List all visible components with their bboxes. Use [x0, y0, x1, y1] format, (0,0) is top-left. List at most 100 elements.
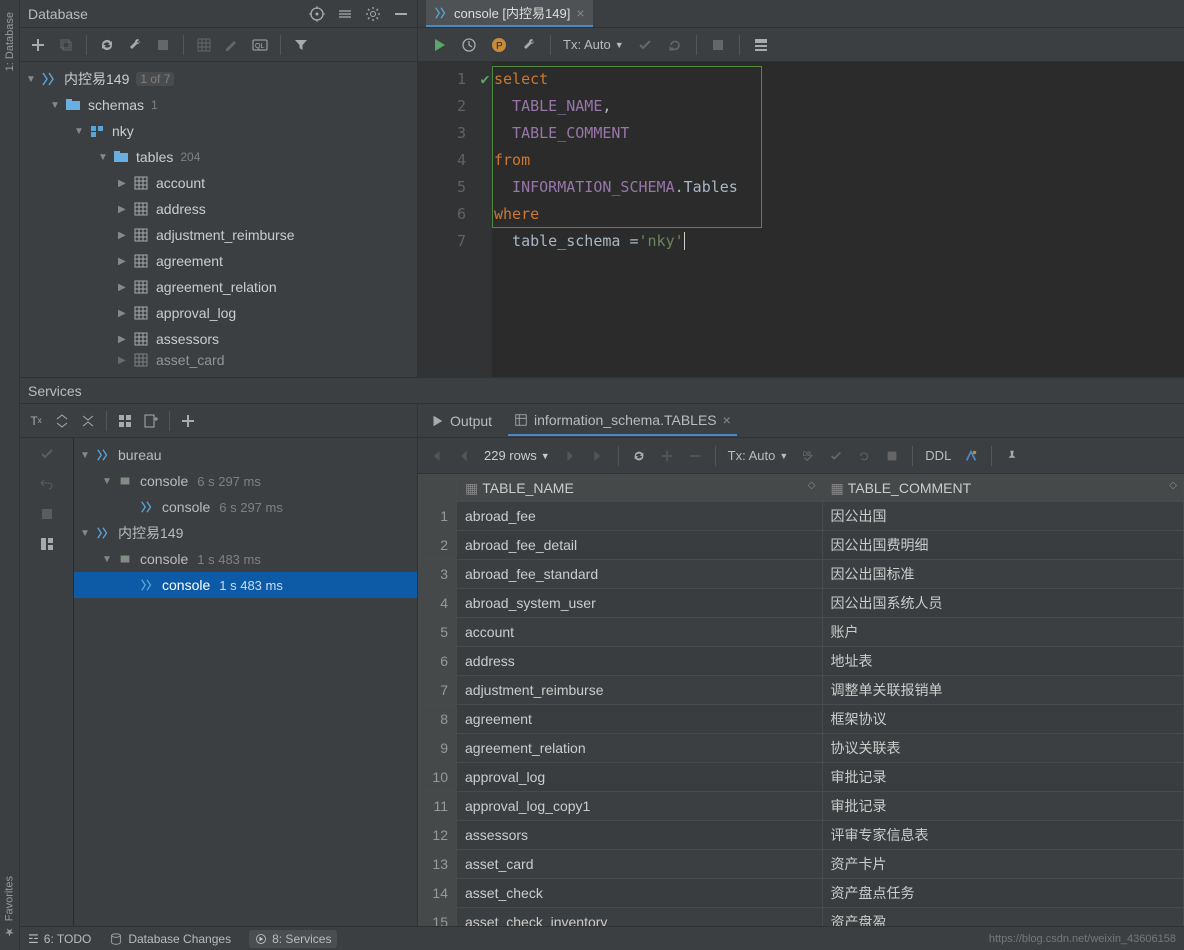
undo-icon[interactable]: [39, 476, 55, 492]
table-row[interactable]: 7adjustment_reimburse调整单关联报销单: [419, 676, 1184, 705]
table-node[interactable]: ▶account: [20, 170, 417, 196]
table-node[interactable]: ▶approval_log: [20, 300, 417, 326]
table-node[interactable]: ▶adjustment_reimburse: [20, 222, 417, 248]
services-tree-item[interactable]: console1 s 483 ms: [74, 572, 417, 598]
stop-button[interactable]: [880, 444, 904, 468]
layout-button[interactable]: [748, 32, 774, 58]
gutter-favorites[interactable]: ★Favorites: [3, 872, 16, 942]
table-node[interactable]: ▶address: [20, 196, 417, 222]
db-submit-button[interactable]: DB: [796, 444, 820, 468]
close-icon[interactable]: ×: [723, 412, 731, 428]
services-tree[interactable]: ▼bureau▼console6 s 297 msconsole6 s 297 …: [74, 438, 417, 926]
table-row[interactable]: 12assessors评审专家信息表: [419, 821, 1184, 850]
table-node[interactable]: ▶agreement: [20, 248, 417, 274]
collapse-icon[interactable]: [337, 6, 353, 22]
stop-icon[interactable]: [39, 506, 55, 522]
add-button[interactable]: [176, 409, 200, 433]
bottom-db-changes[interactable]: Database Changes: [109, 932, 231, 946]
services-tree-item[interactable]: ▼bureau: [74, 442, 417, 468]
filter-button[interactable]: [289, 33, 313, 57]
refresh-button[interactable]: [95, 33, 119, 57]
stop-button[interactable]: [151, 33, 175, 57]
code-editor[interactable]: 1234567 ✔ select TABLE_NAME, TABLE_COMME…: [418, 62, 1184, 377]
add-row-button[interactable]: [655, 444, 679, 468]
target-icon[interactable]: [309, 6, 325, 22]
table-node[interactable]: ▶assessors: [20, 326, 417, 352]
table-node[interactable]: ▶asset_card: [20, 352, 417, 368]
ql-button[interactable]: QL: [248, 33, 272, 57]
table-row[interactable]: 13asset_card资产卡片: [419, 850, 1184, 879]
bottom-services[interactable]: 8: Services: [249, 930, 337, 948]
table-row[interactable]: 2abroad_fee_detail因公出国费明细: [419, 531, 1184, 560]
close-icon[interactable]: ×: [576, 5, 584, 21]
rows-info[interactable]: 229 rows ▼: [480, 448, 554, 463]
table-row[interactable]: 10approval_log审批记录: [419, 763, 1184, 792]
results-table-wrap[interactable]: ▦TABLE_NAME◇ ▦TABLE_COMMENT◇ 1abroad_fee…: [418, 474, 1184, 926]
table-row[interactable]: 3abroad_fee_standard因公出国标准: [419, 560, 1184, 589]
first-page-button[interactable]: [424, 444, 448, 468]
table-row[interactable]: 14asset_check资产盘点任务: [419, 879, 1184, 908]
gutter-marks: ✔: [478, 62, 492, 377]
stop-button[interactable]: [705, 32, 731, 58]
wrench-button[interactable]: [516, 32, 542, 58]
services-tree-item[interactable]: ▼console1 s 483 ms: [74, 546, 417, 572]
column-table-name[interactable]: ▦TABLE_NAME◇: [457, 475, 823, 502]
table-row[interactable]: 6address地址表: [419, 647, 1184, 676]
table-row[interactable]: 8agreement框架协议: [419, 705, 1184, 734]
commit-button[interactable]: [632, 32, 658, 58]
minimize-icon[interactable]: [393, 6, 409, 22]
gear-icon[interactable]: [365, 6, 381, 22]
result-tx-dropdown[interactable]: Tx: Auto ▼: [724, 448, 793, 463]
services-tree-item[interactable]: console6 s 297 ms: [74, 494, 417, 520]
connection-node[interactable]: ▼ 内控易149 1 of 7: [20, 66, 417, 92]
last-page-button[interactable]: [586, 444, 610, 468]
result-tab[interactable]: information_schema.TABLES ×: [508, 406, 737, 436]
tx-mode-dropdown[interactable]: Tx: Auto ▼: [559, 37, 628, 52]
rollback-button[interactable]: [662, 32, 688, 58]
database-tree[interactable]: ▼ 内控易149 1 of 7 ▼ schemas 1 ▼ nky: [20, 62, 417, 377]
explain-button[interactable]: P: [486, 32, 512, 58]
layout-icon[interactable]: [39, 536, 55, 552]
table-row[interactable]: 11approval_log_copy1审批记录: [419, 792, 1184, 821]
reload-button[interactable]: [627, 444, 651, 468]
remove-row-button[interactable]: [683, 444, 707, 468]
tx-button[interactable]: Tx: [24, 409, 48, 433]
run-button[interactable]: [426, 32, 452, 58]
expand-button[interactable]: [50, 409, 74, 433]
collapse-button[interactable]: [76, 409, 100, 433]
edit-button[interactable]: [220, 33, 244, 57]
tables-node[interactable]: ▼ tables 204: [20, 144, 417, 170]
editor-tab-bar: console [内控易149] ×: [418, 0, 1184, 28]
column-table-comment[interactable]: ▦TABLE_COMMENT◇: [822, 475, 1184, 502]
services-tree-item[interactable]: ▼console6 s 297 ms: [74, 468, 417, 494]
grid-button[interactable]: [192, 33, 216, 57]
prev-page-button[interactable]: [452, 444, 476, 468]
pin-button[interactable]: [1000, 444, 1024, 468]
grid-layout-button[interactable]: [113, 409, 137, 433]
commit-button[interactable]: [824, 444, 848, 468]
output-tab[interactable]: Output: [424, 407, 498, 435]
gutter-database[interactable]: 1: Database: [4, 8, 16, 75]
table-row[interactable]: 4abroad_system_user因公出国系统人员: [419, 589, 1184, 618]
check-icon[interactable]: [39, 446, 55, 462]
table-row[interactable]: 5account账户: [419, 618, 1184, 647]
add-config-button[interactable]: [139, 409, 163, 433]
ddl-button[interactable]: DDL: [921, 448, 955, 463]
editor-tab[interactable]: console [内控易149] ×: [426, 0, 593, 27]
table-row[interactable]: 15asset_check_inventory资产盘盈: [419, 908, 1184, 927]
export-button[interactable]: [959, 444, 983, 468]
wrench-button[interactable]: [123, 33, 147, 57]
bottom-todo[interactable]: ☲6: TODO: [28, 932, 91, 946]
add-button[interactable]: [26, 33, 50, 57]
line-gutter: 1234567: [418, 62, 478, 377]
next-page-button[interactable]: [558, 444, 582, 468]
schemas-node[interactable]: ▼ schemas 1: [20, 92, 417, 118]
rollback-button[interactable]: [852, 444, 876, 468]
schema-node[interactable]: ▼ nky: [20, 118, 417, 144]
services-tree-item[interactable]: ▼内控易149: [74, 520, 417, 546]
history-button[interactable]: [456, 32, 482, 58]
table-node[interactable]: ▶agreement_relation: [20, 274, 417, 300]
duplicate-button[interactable]: [54, 33, 78, 57]
table-row[interactable]: 1abroad_fee因公出国: [419, 502, 1184, 531]
table-row[interactable]: 9agreement_relation协议关联表: [419, 734, 1184, 763]
